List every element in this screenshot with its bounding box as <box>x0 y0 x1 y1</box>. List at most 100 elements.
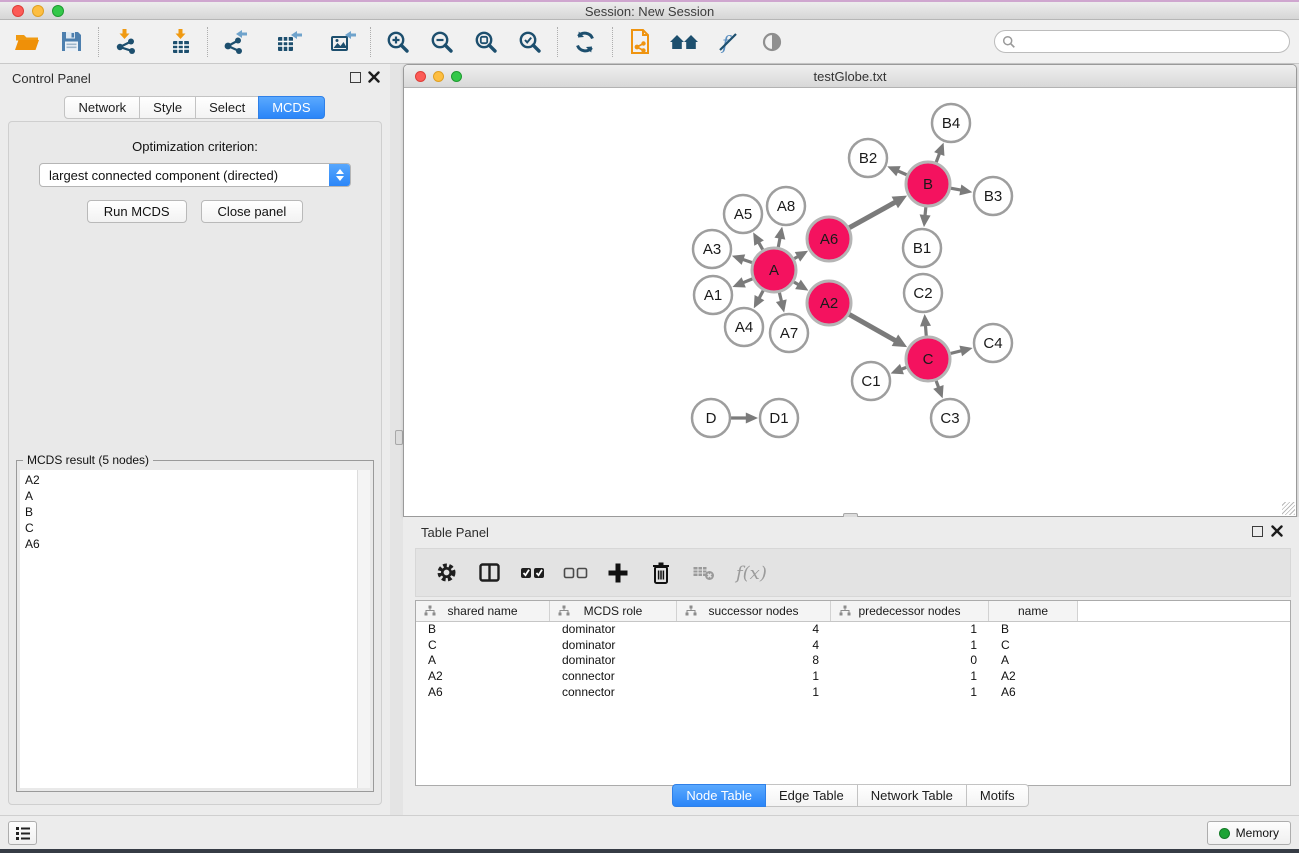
table-row[interactable]: Bdominator41B <box>416 622 1290 638</box>
show-panel-eye-button[interactable] <box>755 25 789 59</box>
network-graph-canvas[interactable]: AA6 A2 B C A1 A3 A4 A5 A7 A8 B1 B2 B3B4 C1 C2 C3C4 D D1 <box>404 88 1296 516</box>
graph-node-A3[interactable]: A3 <box>693 230 731 268</box>
delete-table-button-disabled[interactable] <box>691 560 717 586</box>
table-row[interactable]: Cdominator41C <box>416 638 1290 654</box>
tab-motifs[interactable]: Motifs <box>966 784 1029 807</box>
graph-node-A[interactable]: A <box>752 248 796 292</box>
show-columns-button[interactable] <box>476 560 502 586</box>
import-table-button[interactable] <box>163 25 197 59</box>
graph-node-C3[interactable]: C3 <box>931 399 969 437</box>
save-floppy-icon <box>59 29 84 54</box>
graph-node-D[interactable]: D <box>692 399 730 437</box>
graph-node-A1[interactable]: A1 <box>694 276 732 314</box>
scrollbar-track[interactable] <box>357 470 370 788</box>
import-network-button[interactable] <box>109 25 143 59</box>
network-window-titlebar[interactable]: testGlobe.txt <box>404 65 1296 88</box>
trash-icon <box>650 561 672 585</box>
hide-labels-button[interactable]: f <box>711 25 745 59</box>
tab-mcds[interactable]: MCDS <box>258 96 324 119</box>
graph-node-B1[interactable]: B1 <box>903 229 941 267</box>
eye-icon <box>759 29 785 55</box>
export-image-button[interactable] <box>326 25 360 59</box>
table-settings-button[interactable] <box>433 560 459 586</box>
graph-node-C[interactable]: C <box>906 337 950 381</box>
column-header-shared-name[interactable]: shared name <box>416 601 550 621</box>
graph-edge-A6-B[interactable] <box>849 201 896 227</box>
save-session-button[interactable] <box>54 25 88 59</box>
export-network-button[interactable] <box>218 25 252 59</box>
search-box[interactable] <box>994 30 1290 53</box>
show-log-button[interactable] <box>8 821 37 845</box>
delete-column-button[interactable] <box>648 560 674 586</box>
graph-node-A5[interactable]: A5 <box>724 195 762 233</box>
column-header-name[interactable]: name <box>989 601 1078 621</box>
graph-node-C1[interactable]: C1 <box>852 362 890 400</box>
function-builder-button-disabled[interactable]: f(x) <box>734 560 774 586</box>
graph-node-A2[interactable]: A2 <box>807 281 851 325</box>
tab-network[interactable]: Network <box>64 96 140 119</box>
zoom-out-button[interactable] <box>425 25 459 59</box>
zoom-in-button[interactable] <box>381 25 415 59</box>
graph-node-B4[interactable]: B4 <box>932 104 970 142</box>
graph-node-B2[interactable]: B2 <box>849 139 887 177</box>
mcds-result-item[interactable]: A6 <box>20 536 370 552</box>
table-cell: connector <box>550 669 677 685</box>
status-bar: Memory <box>0 815 1299 849</box>
mcds-result-list[interactable]: A2ABCA6 <box>20 470 370 788</box>
table-type-tabs: Node TableEdge TableNetwork TableMotifs <box>403 784 1299 807</box>
search-input[interactable] <box>1020 33 1289 51</box>
window-resize-grip[interactable] <box>1282 502 1295 515</box>
graph-edge-A2-C[interactable] <box>849 314 897 341</box>
graph-node-A6[interactable]: A6 <box>807 217 851 261</box>
graph-node-A4[interactable]: A4 <box>725 308 763 346</box>
tab-select[interactable]: Select <box>195 96 259 119</box>
graph-node-B[interactable]: B <box>906 162 950 206</box>
graph-node-C2[interactable]: C2 <box>904 274 942 312</box>
network-from-file-button[interactable] <box>623 25 657 59</box>
svg-text:A4: A4 <box>735 319 753 336</box>
table-row[interactable]: A6connector11A6 <box>416 685 1290 701</box>
tab-style[interactable]: Style <box>139 96 196 119</box>
run-mcds-button[interactable]: Run MCDS <box>87 200 187 223</box>
mcds-result-item[interactable]: A2 <box>20 470 370 488</box>
table-body: Bdominator41BCdominator41CAdominator80AA… <box>416 622 1290 785</box>
refresh-button[interactable] <box>568 25 602 59</box>
table-cell: C <box>989 638 1078 654</box>
vertical-splitter-handle[interactable] <box>395 430 403 445</box>
select-all-columns-button[interactable] <box>519 560 545 586</box>
close-panel-button[interactable]: Close panel <box>201 200 304 223</box>
zoom-fit-button[interactable] <box>469 25 503 59</box>
column-header-MCDS-role[interactable]: MCDS role <box>550 601 677 621</box>
column-header-successor-nodes[interactable]: successor nodes <box>677 601 831 621</box>
deselect-all-columns-button[interactable] <box>562 560 588 586</box>
tab-node-table[interactable]: Node Table <box>672 784 766 807</box>
float-panel-icon[interactable] <box>350 72 361 83</box>
memory-label: Memory <box>1236 826 1279 840</box>
graph-node-B3[interactable]: B3 <box>974 177 1012 215</box>
create-column-button[interactable] <box>605 560 631 586</box>
optimization-dropdown[interactable]: largest connected component (directed) <box>39 163 351 187</box>
zoom-selected-button[interactable] <box>513 25 547 59</box>
slashed-f-icon: f <box>715 29 741 55</box>
tab-edge-table[interactable]: Edge Table <box>765 784 858 807</box>
table-cell: 4 <box>677 638 831 654</box>
mcds-result-item[interactable]: B <box>20 504 370 520</box>
mcds-result-item[interactable]: C <box>20 520 370 536</box>
tab-network-table[interactable]: Network Table <box>857 784 967 807</box>
open-session-button[interactable] <box>10 25 44 59</box>
mcds-result-item[interactable]: A <box>20 488 370 504</box>
close-table-panel-icon[interactable] <box>1271 525 1283 537</box>
home-layout-button[interactable] <box>667 25 701 59</box>
table-row[interactable]: Adominator80A <box>416 653 1290 669</box>
graph-node-A7[interactable]: A7 <box>770 314 808 352</box>
table-row[interactable]: A2connector11A2 <box>416 669 1290 685</box>
graph-node-C4[interactable]: C4 <box>974 324 1012 362</box>
memory-button[interactable]: Memory <box>1207 821 1291 845</box>
graph-node-A8[interactable]: A8 <box>767 187 805 225</box>
graph-node-D1[interactable]: D1 <box>760 399 798 437</box>
export-table-button[interactable] <box>272 25 306 59</box>
float-table-panel-icon[interactable] <box>1252 526 1263 537</box>
column-header-predecessor-nodes[interactable]: predecessor nodes <box>831 601 989 621</box>
unchecked-boxes-icon <box>563 564 588 582</box>
close-panel-icon[interactable] <box>368 71 380 83</box>
